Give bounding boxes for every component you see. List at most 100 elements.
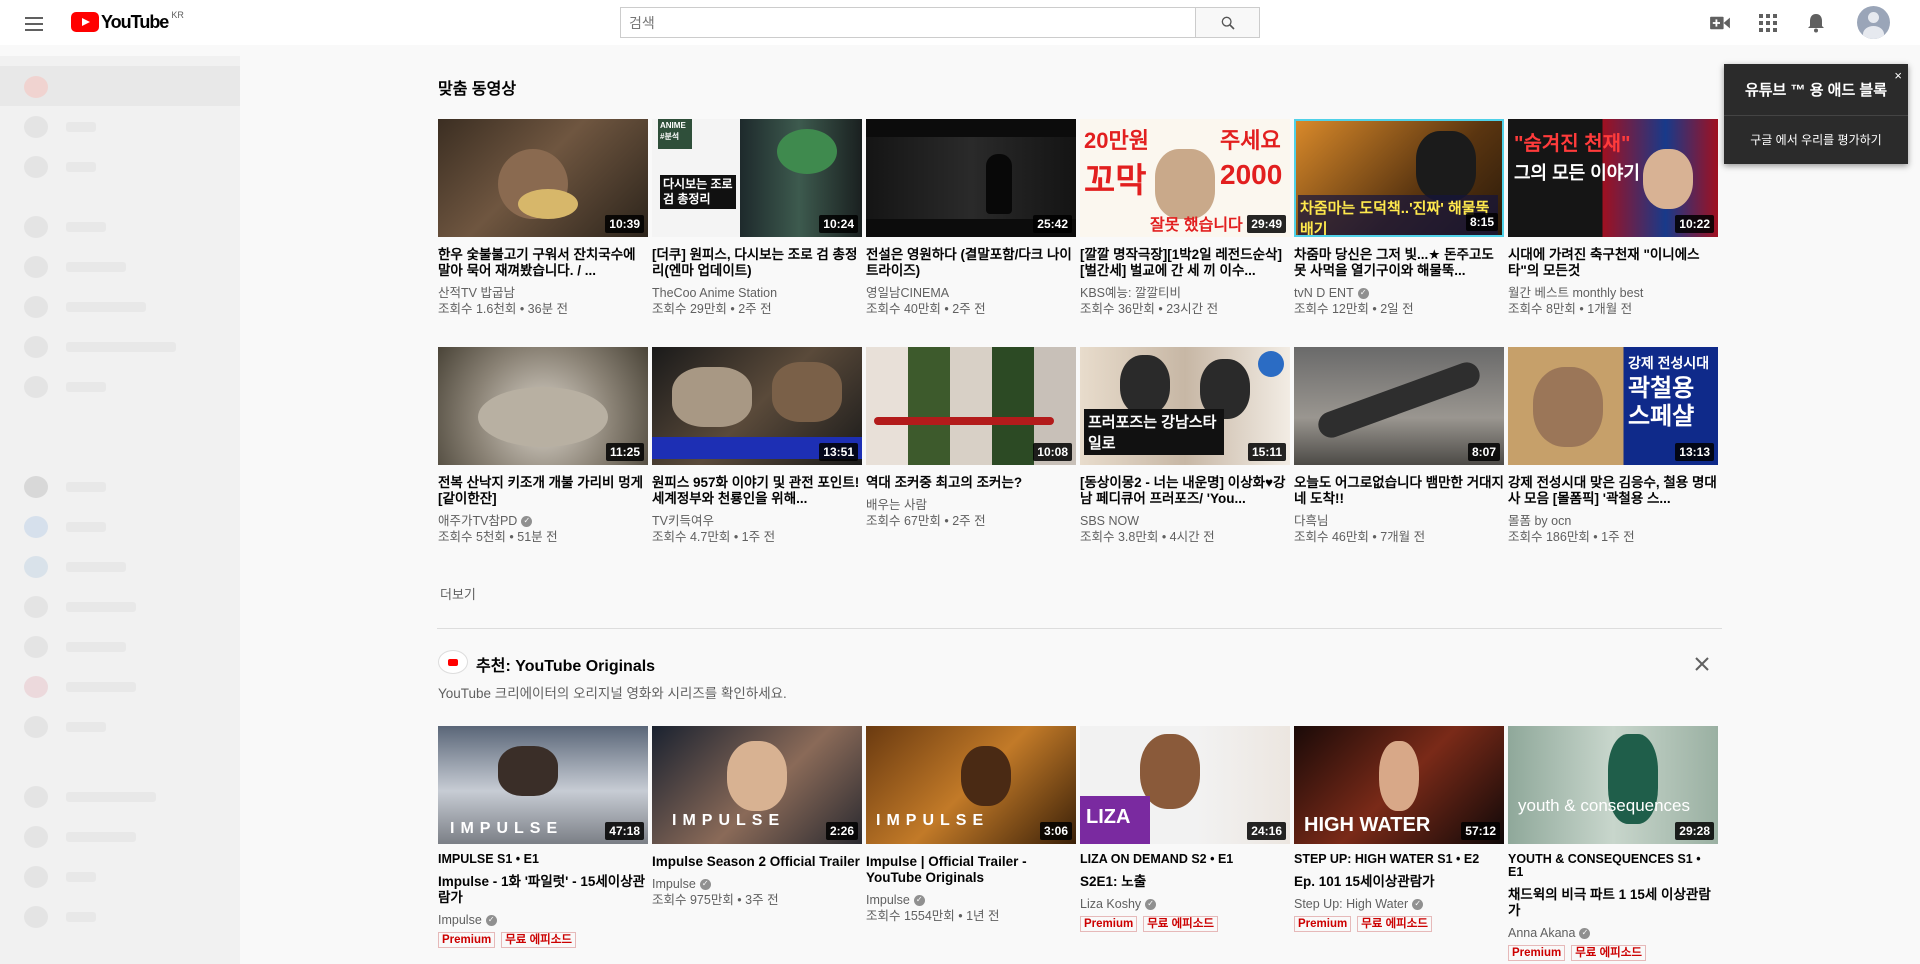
channel-name[interactable]: 산적TV 밥굽남 <box>438 285 648 301</box>
sidebar-item[interactable] <box>24 376 106 398</box>
show-more-button[interactable]: 더보기 <box>440 584 476 603</box>
video-thumbnail[interactable]: 8:07 <box>1294 347 1504 465</box>
video-thumbnail[interactable]: 10:39 <box>438 119 648 237</box>
youtube-logo[interactable]: YouTube KR <box>71 10 184 32</box>
channel-name[interactable]: Step Up: High Water ✓ <box>1294 896 1504 912</box>
video-thumbnail[interactable]: youth & consequences 29:28 <box>1508 726 1718 844</box>
sidebar-item[interactable] <box>24 116 96 138</box>
video-title[interactable]: [더쿠] 원피스, 다시보는 조로 검 총정리(엔마 업데이트) <box>652 247 862 279</box>
sidebar-item[interactable] <box>24 256 126 278</box>
avatar[interactable] <box>1857 6 1890 39</box>
channel-name[interactable]: SBS NOW <box>1080 513 1290 529</box>
channel-name[interactable]: 영일남CINEMA <box>866 285 1076 301</box>
originals-card[interactable]: LIZA 24:16 LIZA ON DEMAND S2 • E1 S2E1: … <box>1080 726 1290 932</box>
sidebar-item[interactable] <box>24 156 96 178</box>
video-title[interactable]: Impulse | Official Trailer - YouTube Ori… <box>866 854 1076 886</box>
sidebar-item[interactable] <box>24 676 136 698</box>
video-thumbnail[interactable]: "숨겨진 천재" 그의 모든 이야기 10:22 <box>1508 119 1718 237</box>
video-thumbnail[interactable]: 13:51 <box>652 347 862 465</box>
channel-name[interactable]: 애주가TV참PD ✓ <box>438 513 648 529</box>
video-title[interactable]: 원피스 957화 이야기 및 관전 포인트! 세계정부와 천룡인을 위해... <box>652 475 862 507</box>
video-card[interactable]: 강제 전성시대 곽철용 스페샬 13:13 강제 전성시대 맞은 김응수, 철용… <box>1508 347 1718 546</box>
video-thumbnail[interactable]: HIGH WATER 57:12 <box>1294 726 1504 844</box>
video-thumbnail[interactable]: IMPULSE 47:18 <box>438 726 648 844</box>
video-thumbnail[interactable]: 20만원 주세요 꼬막 2000 잘못 했습니다 29:49 <box>1080 119 1290 237</box>
video-thumbnail[interactable]: IMPULSE 3:06 <box>866 726 1076 844</box>
section-title-originals[interactable]: 추천: YouTube Originals <box>476 652 655 676</box>
video-title[interactable]: [깔깔 명작극장][1박2일 레전드순삭][벌간세] 벌교에 간 세 끼 이수.… <box>1080 247 1290 279</box>
search-button[interactable] <box>1195 8 1259 37</box>
video-title[interactable]: [동상이몽2 - 너는 내운명] 이상화♥강남 페디큐어 프러포즈/ 'You.… <box>1080 475 1290 507</box>
channel-name[interactable]: TV키득여우 <box>652 513 862 529</box>
video-title[interactable]: 전복 산낙지 키조개 개불 가리비 멍게 [같이한잔] <box>438 475 648 507</box>
channel-name[interactable]: Liza Koshy ✓ <box>1080 896 1290 912</box>
channel-name[interactable]: 몰폼 by ocn <box>1508 513 1718 529</box>
video-card[interactable]: 프러포즈는 강남스타일로 15:11 [동상이몽2 - 너는 내운명] 이상화♥… <box>1080 347 1290 546</box>
youtube-originals-logo[interactable] <box>438 650 468 674</box>
notifications-bell-icon[interactable] <box>1804 11 1828 35</box>
channel-name[interactable]: Impulse ✓ <box>438 912 648 928</box>
originals-card[interactable]: IMPULSE 2:26 Impulse Season 2 Official T… <box>652 726 862 909</box>
channel-name[interactable]: Impulse ✓ <box>866 892 1076 908</box>
sidebar-item[interactable] <box>24 296 146 318</box>
video-title[interactable]: Impulse - 1화 '파일럿' - 15세이상관람가 <box>438 874 648 906</box>
video-title[interactable]: Ep. 101 15세이상관람가 <box>1294 874 1504 890</box>
video-card[interactable]: 10:39 한우 숯불불고기 구워서 잔치국수에 말아 묵어 재껴봤습니다. /… <box>438 119 648 318</box>
channel-name[interactable]: 월간 베스트 monthly best <box>1508 285 1718 301</box>
guide-menu-button[interactable] <box>22 12 46 36</box>
search-input[interactable] <box>621 8 1195 37</box>
video-thumbnail[interactable]: 차줌마는 도덕책..'진짜' 해물뚝배기 8:15 <box>1294 119 1504 237</box>
channel-name[interactable]: TheCoo Anime Station <box>652 285 862 301</box>
video-title[interactable]: S2E1: 노출 <box>1080 874 1290 890</box>
channel-name[interactable]: Impulse ✓ <box>652 876 862 892</box>
sidebar-item[interactable] <box>24 826 136 848</box>
channel-name[interactable]: KBS예능: 깔깔티비 <box>1080 285 1290 301</box>
video-card[interactable]: 25:42 전설은 영원하다 (결말포함/다크 나이트라이즈) 영일남CINEM… <box>866 119 1076 318</box>
video-thumbnail[interactable]: 프러포즈는 강남스타일로 15:11 <box>1080 347 1290 465</box>
video-title[interactable]: 한우 숯불불고기 구워서 잔치국수에 말아 묵어 재껴봤습니다. / ... <box>438 247 648 279</box>
sidebar-item[interactable] <box>24 216 106 238</box>
sidebar-item[interactable] <box>24 336 176 358</box>
sidebar-item[interactable] <box>24 636 126 658</box>
sidebar-item-home[interactable] <box>24 76 206 98</box>
dismiss-shelf-close-icon[interactable] <box>1690 652 1714 676</box>
originals-card[interactable]: IMPULSE 47:18 IMPULSE S1 • E1 Impulse - … <box>438 726 648 948</box>
video-title[interactable]: 강제 전성시대 맞은 김응수, 철용 명대사 모음 [몰폼픽] '곽철용 스..… <box>1508 475 1718 507</box>
channel-name[interactable]: 다흑님 <box>1294 513 1504 529</box>
rate-us-link[interactable]: 구글 에서 우리를 평가하기 <box>1724 116 1908 163</box>
video-title[interactable]: 시대에 가려진 축구천재 "이니에스타"의 모든것 <box>1508 247 1718 279</box>
popup-close-icon[interactable]: × <box>1894 68 1902 83</box>
video-thumbnail[interactable]: 10:08 <box>866 347 1076 465</box>
video-title[interactable]: 채드윅의 비극 파트 1 15세 이상관람가 <box>1508 887 1718 919</box>
sidebar-item[interactable] <box>24 516 106 538</box>
create-video-icon[interactable] <box>1708 11 1732 35</box>
sidebar-item[interactable] <box>24 906 96 928</box>
video-card[interactable]: "숨겨진 천재" 그의 모든 이야기 10:22 시대에 가려진 축구천재 "이… <box>1508 119 1718 318</box>
video-title[interactable]: Impulse Season 2 Official Trailer <box>652 854 862 870</box>
video-card[interactable]: 20만원 주세요 꼬막 2000 잘못 했습니다 29:49 [깔깔 명작극장]… <box>1080 119 1290 318</box>
sidebar-item[interactable] <box>24 476 106 498</box>
apps-grid-icon[interactable] <box>1756 11 1780 35</box>
video-thumbnail[interactable]: 강제 전성시대 곽철용 스페샬 13:13 <box>1508 347 1718 465</box>
sidebar-item[interactable] <box>24 596 136 618</box>
video-thumbnail[interactable]: 11:25 <box>438 347 648 465</box>
sidebar-item[interactable] <box>24 786 156 808</box>
video-card[interactable]: ANIME #분석 다시보는 조로 검 총정리 10:24 [더쿠] 원피스, … <box>652 119 862 318</box>
sidebar-item[interactable] <box>24 866 96 888</box>
video-thumbnail[interactable]: IMPULSE 2:26 <box>652 726 862 844</box>
channel-name[interactable]: Anna Akana ✓ <box>1508 925 1718 941</box>
video-card[interactable]: 11:25 전복 산낙지 키조개 개불 가리비 멍게 [같이한잔] 애주가TV참… <box>438 347 648 546</box>
video-title[interactable]: 차줌마 당신은 그저 빛...★ 돈주고도 못 사먹을 열기구이와 해물뚝... <box>1294 247 1504 279</box>
video-card[interactable]: 10:08 역대 조커중 최고의 조커는? 배우는 사람 조회수 67만회 • … <box>866 347 1076 530</box>
sidebar-item[interactable] <box>24 716 106 738</box>
video-thumbnail[interactable]: ANIME #분석 다시보는 조로 검 총정리 10:24 <box>652 119 862 237</box>
originals-card[interactable]: IMPULSE 3:06 Impulse | Official Trailer … <box>866 726 1076 925</box>
video-card[interactable]: 8:07 오늘도 어그로없습니다 뱀만한 거대지네 도착!! 다흑님 조회수 4… <box>1294 347 1504 546</box>
video-card[interactable]: 13:51 원피스 957화 이야기 및 관전 포인트! 세계정부와 천룡인을 … <box>652 347 862 546</box>
channel-name[interactable]: 배우는 사람 <box>866 497 1076 513</box>
video-title[interactable]: 전설은 영원하다 (결말포함/다크 나이트라이즈) <box>866 247 1076 279</box>
video-thumbnail[interactable]: LIZA 24:16 <box>1080 726 1290 844</box>
channel-name[interactable]: tvN D ENT ✓ <box>1294 285 1504 301</box>
video-title[interactable]: 오늘도 어그로없습니다 뱀만한 거대지네 도착!! <box>1294 475 1504 507</box>
video-card[interactable]: 차줌마는 도덕책..'진짜' 해물뚝배기 8:15 차줌마 당신은 그저 빛..… <box>1294 119 1504 318</box>
